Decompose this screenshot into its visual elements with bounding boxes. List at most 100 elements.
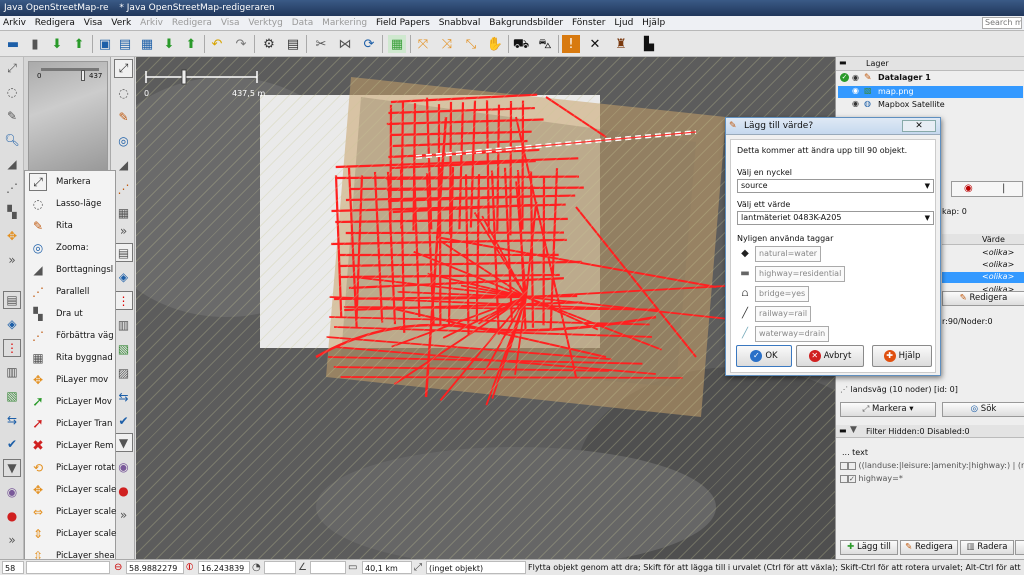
title-tab-1[interactable]: Java OpenStreetMap-re: [4, 3, 109, 13]
mode-menu-item[interactable]: ✖ PicLayer Rem: [25, 435, 117, 457]
mode-menu-item[interactable]: ✥ PicLayer scale: [25, 479, 117, 501]
menu-arkiv[interactable]: Arkiv: [0, 16, 29, 31]
mode-menu-item[interactable]: ◢ Borttagningsl: [25, 259, 117, 281]
draw-mode-icon[interactable]: ✎: [114, 107, 133, 126]
value-combobox[interactable]: lantmäteriet 0483K-A205 ▼: [737, 211, 934, 225]
mode-menu-item[interactable]: ⋰ Förbättra väg: [25, 325, 117, 347]
minimap-slider-thumb[interactable]: [81, 70, 85, 81]
open-location-icon[interactable]: ▮: [26, 35, 44, 53]
edit-tag-button[interactable]: ✎ Redigera: [942, 291, 1024, 306]
layer-row[interactable]: ✓ ◉ ✎ Datalager 1: [838, 73, 1023, 85]
menu-verktyg[interactable]: Verk: [108, 16, 134, 31]
layer-divider-icon[interactable]: |: [1002, 183, 1005, 194]
move-node-icon[interactable]: ✥: [3, 227, 21, 245]
menu-visa[interactable]: Visa: [81, 16, 106, 31]
palette-icon[interactable]: ◉: [3, 483, 21, 501]
tag-icon[interactable]: ◈: [3, 315, 21, 333]
mode-menu-item[interactable]: ▚ Dra ut: [25, 303, 117, 325]
upload-icon[interactable]: ⬆: [70, 35, 88, 53]
select-mode-icon[interactable]: ⤢: [114, 59, 133, 78]
filter-checkbox[interactable]: [848, 461, 856, 470]
minimap[interactable]: 0 437: [28, 61, 108, 171]
mode-menu-item[interactable]: ⋰ Parallell: [25, 281, 117, 303]
castle-icon[interactable]: ♜: [612, 35, 630, 53]
properties-icon[interactable]: ▤: [284, 35, 302, 53]
filter-row[interactable]: ((landuse:|leisure:|amenity:|highway:) |…: [840, 461, 1024, 470]
chevron-down-icon[interactable]: ▼: [925, 212, 930, 224]
search-input[interactable]: Search me: [982, 17, 1022, 29]
preferences-icon[interactable]: ⚙: [260, 35, 278, 53]
lasso-icon[interactable]: ◌: [3, 83, 21, 101]
filter-checkbox-checked[interactable]: ✓: [848, 474, 856, 483]
split-way-icon[interactable]: ✂: [312, 35, 330, 53]
layer-row[interactable]: ◉ ◍ Mapbox Satellite: [838, 99, 1023, 111]
conflict-icon[interactable]: ⇆: [3, 411, 21, 429]
menu-hjalp[interactable]: Hjälp: [639, 16, 668, 31]
undo-icon[interactable]: ↶: [208, 35, 226, 53]
layer-row-selected[interactable]: ◉ ▧ map.png: [838, 86, 1023, 98]
mode-menu-item[interactable]: ⇔ PicLayer scale: [25, 501, 117, 523]
zoom-icon[interactable]: 🔍︎: [3, 131, 21, 149]
save-as-icon[interactable]: ▤: [116, 35, 134, 53]
upload-data-icon[interactable]: ⬆: [182, 35, 200, 53]
menu-bakgrundsbilder[interactable]: Bakgrundsbilder: [486, 16, 566, 31]
mode-menu-item[interactable]: ◎ Zooma:: [25, 237, 117, 259]
select-button[interactable]: ⤢ Markera ▾: [840, 402, 936, 417]
map-mode-icon[interactable]: ⤢: [3, 59, 21, 77]
save-icon[interactable]: ▣: [96, 35, 114, 53]
tag-value[interactable]: <olika>: [942, 248, 1024, 258]
add-button[interactable]: ✚ Lägg till: [840, 540, 898, 555]
mode-menu-item[interactable]: ➚ PicLayer Tran: [25, 413, 117, 435]
align-icon[interactable]: ▦: [388, 35, 406, 53]
export-icon[interactable]: ▦: [138, 35, 156, 53]
title-tab-2[interactable]: * Java OpenStreetMap-redigeraren: [119, 3, 274, 13]
mode-menu-item[interactable]: ⇕ PicLayer scale: [25, 523, 117, 545]
ok-button[interactable]: ✓ OK: [736, 345, 792, 367]
download-icon[interactable]: ⬇: [48, 35, 66, 53]
key-combobox[interactable]: source ▼: [737, 179, 934, 193]
history-icon[interactable]: ▥: [3, 363, 21, 381]
delete-icon[interactable]: ◢: [3, 155, 21, 173]
more-button[interactable]: [1015, 540, 1024, 555]
hide-layer-icon[interactable]: ◉: [964, 183, 973, 194]
picture-scale-icon[interactable]: ⤡: [462, 35, 480, 53]
car-icon[interactable]: ⛟: [512, 35, 530, 53]
zoom-mode-icon[interactable]: ◎: [114, 131, 133, 150]
mode-menu-item[interactable]: ⤢ Markera: [25, 171, 117, 193]
menu-data[interactable]: Data: [289, 16, 317, 31]
tag-value-selected[interactable]: <olika>: [942, 272, 1024, 283]
draw-icon[interactable]: ✎: [3, 107, 21, 125]
lasso-mode-icon[interactable]: ◌: [114, 83, 133, 102]
search-button[interactable]: ◎ Sök: [942, 402, 1024, 417]
bus-icon[interactable]: ⛍: [536, 35, 554, 53]
delete-button[interactable]: ▥ Radera: [960, 540, 1014, 555]
restaurant-icon[interactable]: ✕: [586, 35, 604, 53]
collapse-icon[interactable]: ▬: [839, 58, 847, 67]
visibility-icon[interactable]: ◉: [852, 73, 859, 82]
mode-menu-item[interactable]: ▦ Rita byggnad: [25, 347, 117, 369]
filter-checkbox[interactable]: [840, 461, 848, 470]
menu-ljud[interactable]: Ljud: [611, 16, 636, 31]
visibility-icon[interactable]: ◉: [852, 86, 859, 95]
menu-markering[interactable]: Markering: [319, 16, 370, 31]
more-panels-icon[interactable]: »: [3, 531, 21, 549]
menu-redigera[interactable]: Redigera: [32, 16, 78, 31]
selected-way-row[interactable]: ⋰ landsväg (10 noder) [id: 0]: [840, 385, 958, 394]
menu-snabbval[interactable]: Snabbval: [436, 16, 484, 31]
collapse-filter-icon[interactable]: ▬: [839, 426, 847, 435]
warning-icon[interactable]: !: [562, 35, 580, 53]
chevron-down-icon[interactable]: ▼: [925, 180, 930, 192]
redo-icon[interactable]: ↷: [232, 35, 250, 53]
more-icon[interactable]: »: [3, 251, 21, 269]
map-marker-icon[interactable]: ●: [3, 507, 21, 525]
relation-icon[interactable]: ⋮: [3, 339, 21, 357]
parallel-icon[interactable]: ⋰: [3, 179, 21, 197]
download-data-icon[interactable]: ⬇: [160, 35, 178, 53]
menu-redigera-dim[interactable]: Redigera: [169, 16, 215, 31]
open-icon[interactable]: ▬: [4, 35, 22, 53]
reverse-way-icon[interactable]: ⟳: [360, 35, 378, 53]
tag-value[interactable]: <olika>: [942, 260, 1024, 270]
dialog-close-button[interactable]: ✕: [902, 120, 936, 132]
mode-menu-item[interactable]: ⟲ PicLayer rotat: [25, 457, 117, 479]
menu-arkiv-dim[interactable]: Arkiv: [137, 16, 166, 31]
